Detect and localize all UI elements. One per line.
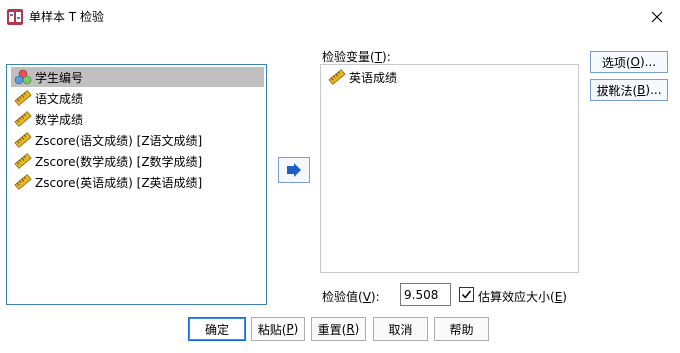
source-variable-list[interactable]: 学生编号 语文成绩 数学成绩 Zscore(语文成绩) [Z语文成绩] Zsco… xyxy=(6,64,267,305)
test-value-label: 检验值(V): xyxy=(322,290,380,304)
test-value-input[interactable] xyxy=(400,283,451,306)
variable-label: 数学成绩 xyxy=(35,112,84,127)
window-title: 单样本 T 检验 xyxy=(29,10,104,24)
cancel-button[interactable]: 取消 xyxy=(373,317,428,341)
list-item[interactable]: 学生编号 xyxy=(11,67,264,87)
scale-variable-icon xyxy=(14,153,32,169)
paste-button[interactable]: 粘贴(P) xyxy=(251,317,305,341)
variable-label: 英语成绩 xyxy=(349,70,398,85)
ok-button[interactable]: 确定 xyxy=(188,317,246,341)
scale-variable-icon xyxy=(14,174,32,190)
variable-label: 学生编号 xyxy=(35,70,84,85)
effect-size-label[interactable]: 估算效应大小(E) xyxy=(478,288,567,305)
variable-label: Zscore(语文成绩) [Z语文成绩] xyxy=(35,133,203,148)
list-item[interactable]: Zscore(数学成绩) [Z数学成绩] xyxy=(11,151,264,171)
scale-variable-icon xyxy=(328,69,346,85)
one-sample-t-test-dialog: 单样本 T 检验 学生编号 语文成绩 数学成绩 Zscore(语文成绩) [Z语… xyxy=(0,0,680,353)
list-item[interactable]: Zscore(语文成绩) [Z语文成绩] xyxy=(11,130,264,150)
scale-variable-icon xyxy=(14,132,32,148)
title-bar: 单样本 T 检验 xyxy=(0,0,680,33)
spss-app-icon xyxy=(7,9,23,25)
close-button[interactable] xyxy=(634,0,680,33)
reset-button[interactable]: 重置(R) xyxy=(311,317,366,341)
list-item[interactable]: 数学成绩 xyxy=(11,109,264,129)
list-item[interactable]: Zscore(英语成绩) [Z英语成绩] xyxy=(11,172,264,192)
move-to-test-variables-button[interactable] xyxy=(278,157,310,183)
checkmark-icon xyxy=(461,290,472,299)
variable-label: Zscore(英语成绩) [Z英语成绩] xyxy=(35,175,203,190)
nominal-variable-icon xyxy=(14,69,32,85)
list-item[interactable]: 英语成绩 xyxy=(325,67,578,87)
variable-label: 语文成绩 xyxy=(35,91,84,106)
options-button[interactable]: 选项(O)... xyxy=(590,51,668,73)
arrow-right-icon xyxy=(287,163,301,177)
test-variables-label: 检验变量(T): xyxy=(322,50,391,64)
test-variable-list[interactable]: 英语成绩 xyxy=(320,64,579,273)
scale-variable-icon xyxy=(14,111,32,127)
help-button[interactable]: 帮助 xyxy=(434,317,489,341)
bootstrap-button[interactable]: 拔靴法(B)... xyxy=(590,79,668,101)
list-item[interactable]: 语文成绩 xyxy=(11,88,264,108)
close-icon xyxy=(651,11,663,22)
scale-variable-icon xyxy=(14,90,32,106)
variable-label: Zscore(数学成绩) [Z数学成绩] xyxy=(35,154,203,169)
effect-size-checkbox[interactable] xyxy=(459,287,474,302)
